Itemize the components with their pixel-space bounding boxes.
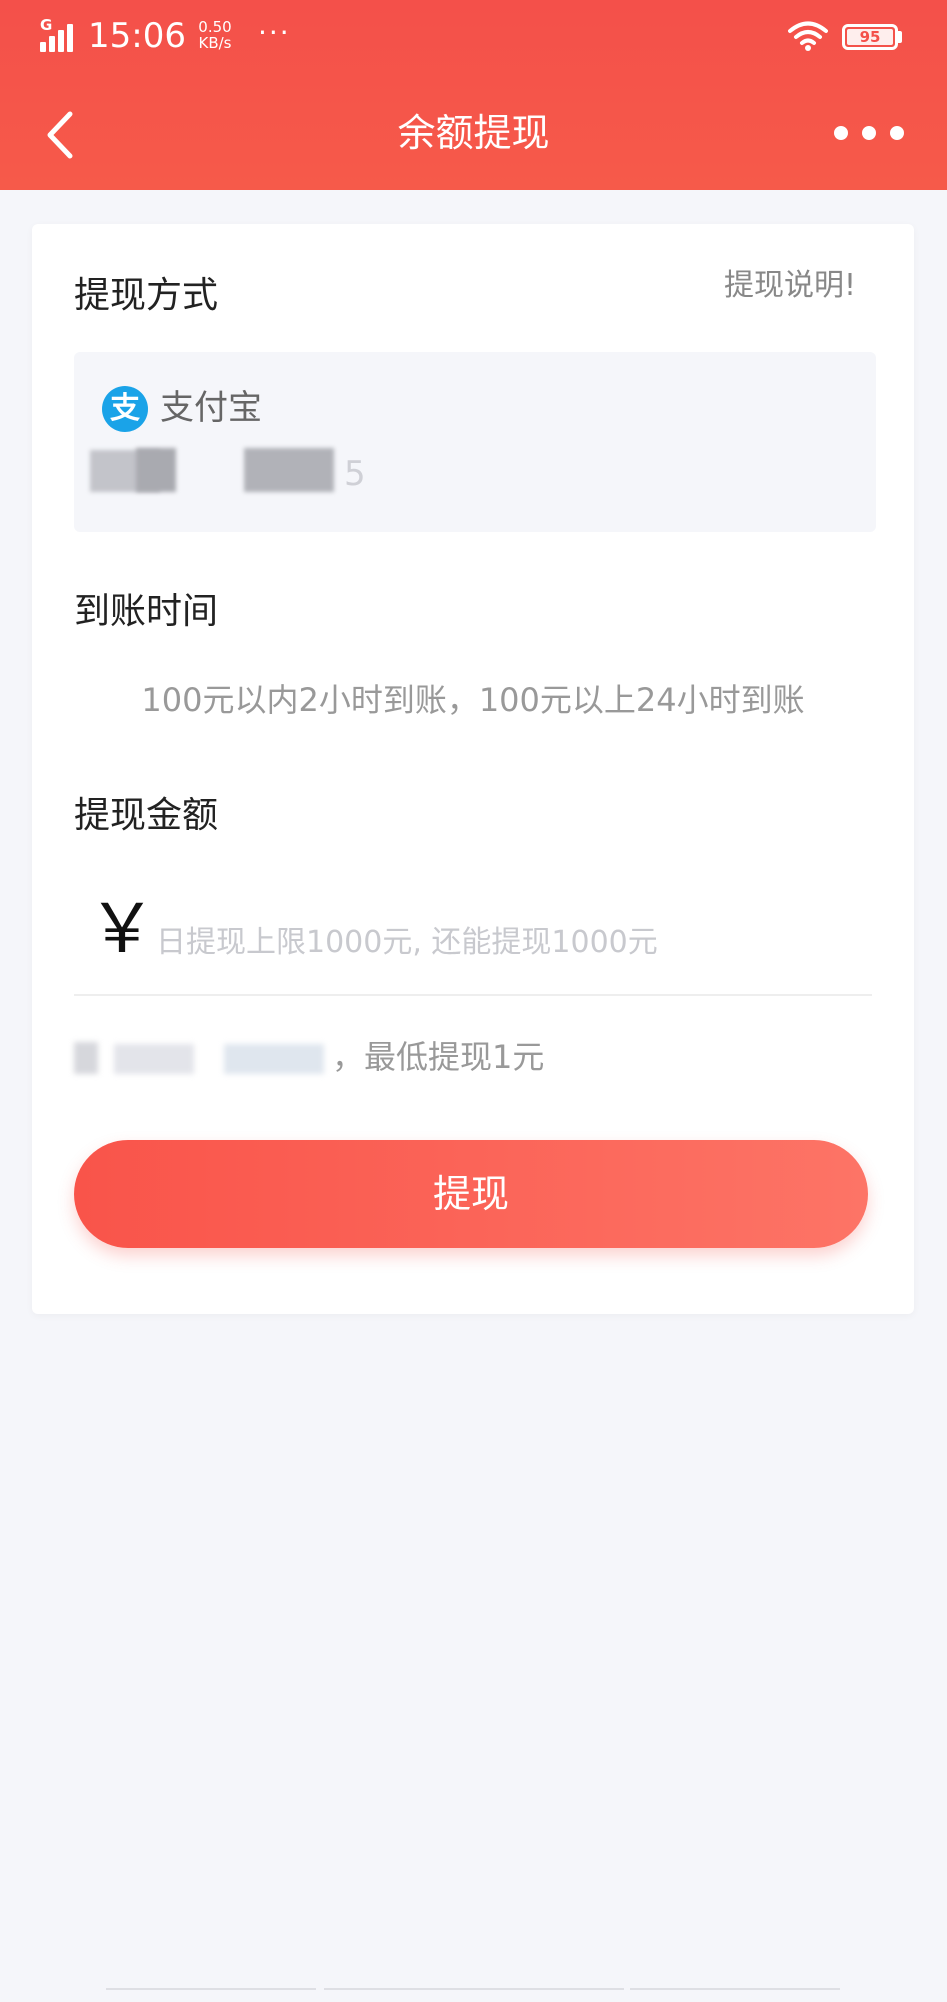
bottom-edge [0,1988,947,2000]
arrival-description: 100元以内2小时到账，100元以上24小时到账 [141,681,805,719]
account-number-masked [86,444,446,496]
page-title: 余额提现 [397,111,550,155]
withdraw-card: 提现方式 提现说明! 支 支付宝 5 到账时间 100元以内2小时到账，100元… [32,224,914,1314]
network-speed: 0.50 KB/s [190,19,240,51]
status-more-indicator: ··· [258,16,291,49]
network-type: G [40,16,53,34]
minimum-withdraw-text: ，最低提现1元 [332,1038,545,1076]
signal-icon: G [40,18,84,52]
speed-unit: KB/s [198,34,232,52]
battery-level: 95 [859,28,881,46]
withdraw-button[interactable]: 提现 [74,1140,868,1248]
speed-value: 0.50 [198,18,232,36]
withdraw-help-link[interactable]: 提现说明! [724,264,856,308]
more-button[interactable] [830,118,910,148]
more-dot [890,126,904,140]
more-dot [862,126,876,140]
arrival-title: 到账时间 [74,591,219,632]
more-dots-icon [834,126,848,140]
payment-method-name: 支付宝 [160,388,262,428]
header: G 15:06 0.50 KB/s ··· 95 余额提现 [0,0,947,190]
alipay-icon: 支 [102,386,148,432]
battery-tip [898,31,902,43]
wifi-icon [788,21,828,51]
amount-input[interactable] [156,914,856,970]
status-bar: G 15:06 0.50 KB/s ··· 95 [0,0,947,78]
amount-divider [74,994,872,996]
balance-masked [74,1038,374,1078]
payment-method-alipay[interactable]: 支 支付宝 5 [74,352,876,532]
battery-icon: 95 [842,24,898,50]
yen-icon: ￥ [88,890,157,969]
status-time: 15:06 [88,16,186,56]
method-title: 提现方式 [74,275,219,316]
amount-title: 提现金额 [74,795,219,836]
account-tail: 5 [344,454,366,494]
